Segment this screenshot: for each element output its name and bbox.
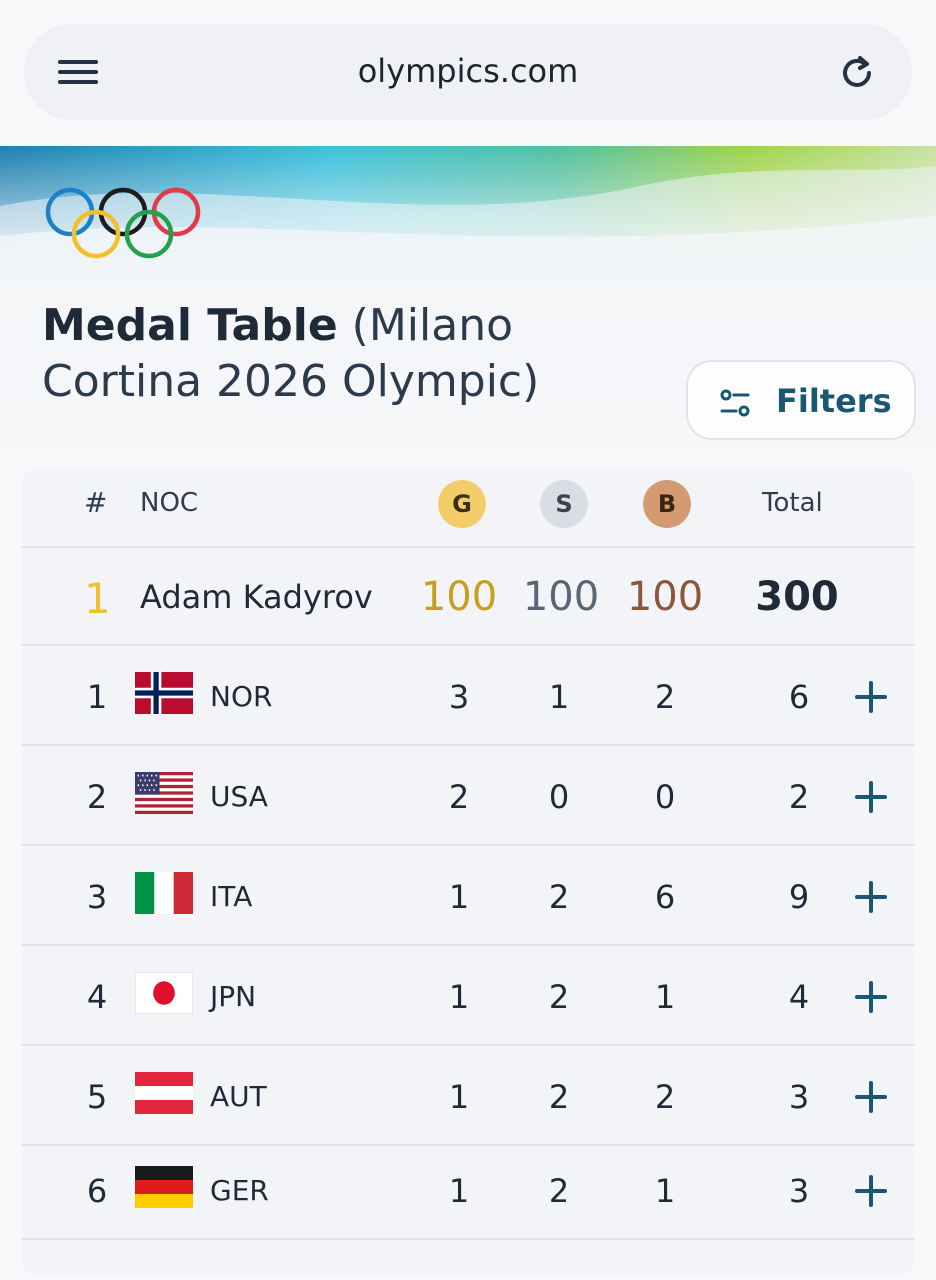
column-header-total[interactable]: Total (762, 488, 823, 518)
rank-value: 6 (86, 1172, 108, 1210)
table-row[interactable]: 3 ITA 1 2 6 9 (22, 846, 914, 946)
total-count: 3 (788, 1078, 810, 1116)
bronze-count: 2 (654, 1078, 676, 1116)
browser-address-bar: olympics.com (24, 24, 912, 120)
noc-code: JPN (210, 980, 257, 1013)
column-header-bronze[interactable]: B (643, 480, 691, 528)
noc-code: GER (210, 1174, 269, 1207)
column-header-noc: NOC (140, 488, 199, 518)
rank-value: 4 (86, 978, 108, 1016)
expand-plus-icon[interactable] (854, 780, 888, 814)
reload-icon[interactable] (836, 52, 878, 94)
expand-plus-icon[interactable] (854, 1174, 888, 1208)
italy-flag-icon (135, 872, 193, 914)
gold-count: 1 (448, 978, 470, 1016)
noc-code: AUT (210, 1080, 267, 1113)
bronze-count: 1 (654, 1172, 676, 1210)
filters-button[interactable]: Filters (686, 360, 916, 440)
column-header-gold[interactable]: G (438, 480, 486, 528)
silver-count: 2 (548, 878, 570, 916)
rank-value: 2 (86, 778, 108, 816)
expand-plus-icon[interactable] (854, 680, 888, 714)
bronze-count: 2 (654, 678, 676, 716)
table-row[interactable]: 5 AUT 1 2 2 3 (22, 1046, 914, 1146)
silver-count: 2 (548, 1078, 570, 1116)
total-count: 6 (788, 678, 810, 716)
medal-table: # NOC G S B Total 1 Adam Kadyrov 100 100… (22, 468, 914, 1276)
featured-name: Adam Kadyrov (140, 578, 373, 616)
total-count: 2 (788, 778, 810, 816)
page-title-bold: Medal Table (42, 300, 338, 351)
page-title: Medal Table (Milano Cortina 2026 Olympic… (42, 298, 682, 410)
expand-plus-icon[interactable] (854, 1080, 888, 1114)
noc-code: NOR (210, 680, 273, 713)
silver-count: 0 (548, 778, 570, 816)
total-count: 4 (788, 978, 810, 1016)
filters-label: Filters (776, 382, 892, 420)
hero-banner: Medal Table (Milano Cortina 2026 Olympic… (0, 146, 936, 452)
gold-count: 1 (448, 1078, 470, 1116)
total-count: 9 (788, 878, 810, 916)
gold-count: 1 (448, 1172, 470, 1210)
olympic-rings-logo (45, 187, 201, 259)
expand-plus-icon[interactable] (854, 980, 888, 1014)
table-row[interactable]: 1 NOR 3 1 2 6 (22, 646, 914, 746)
noc-code: ITA (210, 880, 253, 913)
gold-count: 3 (448, 678, 470, 716)
table-row[interactable]: 6 GER 1 2 1 3 (22, 1146, 914, 1240)
column-header-rank: # (84, 486, 108, 519)
rank-value: 5 (86, 1078, 108, 1116)
table-row[interactable]: 4 JPN 1 2 1 4 (22, 946, 914, 1046)
silver-count: 2 (548, 1172, 570, 1210)
rank-value: 1 (86, 678, 108, 716)
table-header-row: # NOC G S B Total (22, 468, 914, 548)
gold-count: 1 (448, 878, 470, 916)
noc-code: USA (210, 780, 268, 813)
japan-flag-icon (135, 972, 193, 1014)
featured-rank: 1 (84, 574, 111, 623)
expand-plus-icon[interactable] (854, 880, 888, 914)
table-row[interactable]: 2 USA 2 0 0 2 (22, 746, 914, 846)
rank-value: 3 (86, 878, 108, 916)
featured-total-count: 300 (755, 574, 839, 620)
featured-row: 1 Adam Kadyrov 100 100 100 300 (22, 548, 914, 646)
total-count: 3 (788, 1172, 810, 1210)
germany-flag-icon (135, 1166, 193, 1208)
bronze-count: 1 (654, 978, 676, 1016)
bronze-count: 6 (654, 878, 676, 916)
silver-count: 1 (548, 678, 570, 716)
gold-count: 2 (448, 778, 470, 816)
featured-bronze-count: 100 (626, 574, 704, 620)
featured-silver-count: 100 (522, 574, 600, 620)
featured-gold-count: 100 (420, 574, 498, 620)
column-header-silver[interactable]: S (540, 480, 588, 528)
url-text[interactable]: olympics.com (24, 52, 912, 90)
filter-sliders-icon (720, 389, 750, 417)
bronze-count: 0 (654, 778, 676, 816)
norway-flag-icon (135, 672, 193, 714)
usa-flag-icon (135, 772, 193, 814)
austria-flag-icon (135, 1072, 193, 1114)
silver-count: 2 (548, 978, 570, 1016)
